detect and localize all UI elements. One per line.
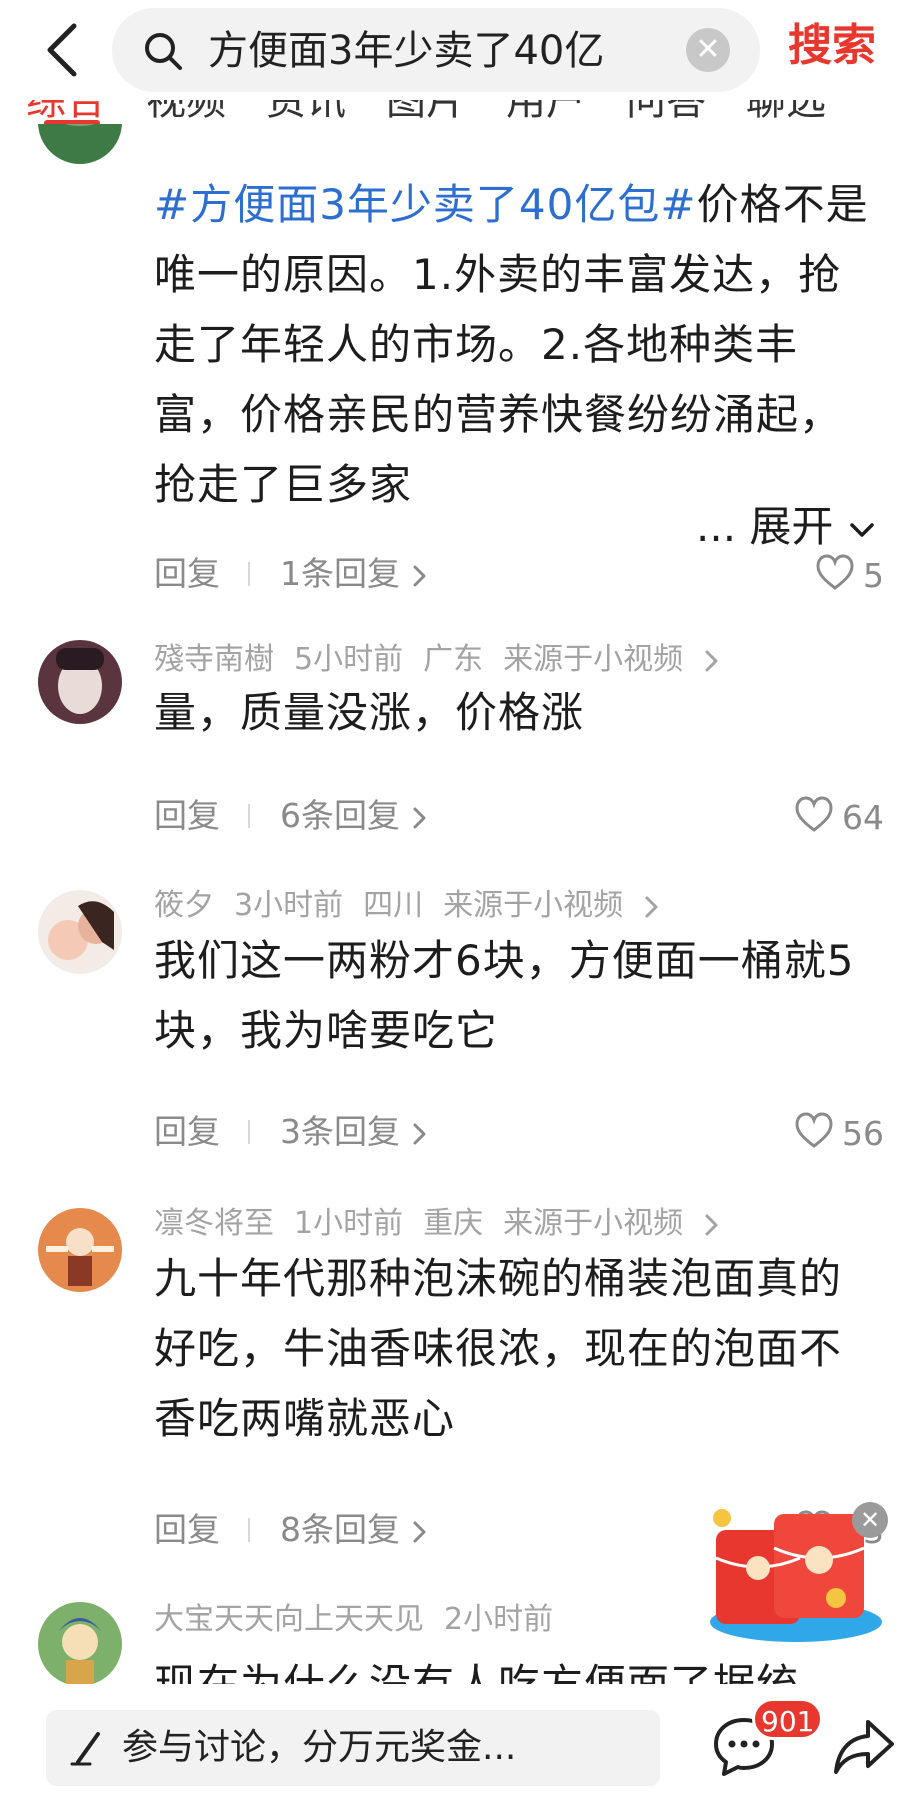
timestamp: 2小时前	[444, 1602, 554, 1637]
heart-icon	[795, 795, 833, 832]
chevron-down-icon	[850, 522, 874, 537]
comment-meta: 凛冬将至 1小时前 重庆 来源于小视频	[154, 1204, 721, 1244]
comment-actions: 回复 3条回复 56	[154, 1108, 884, 1156]
username[interactable]: 大宝天天向上天天见	[154, 1602, 424, 1637]
heart-icon	[795, 1111, 833, 1148]
timestamp: 5小时前	[294, 642, 404, 677]
close-icon[interactable]: ✕	[852, 1502, 888, 1538]
comment-item: 筱夕 3小时前 四川 来源于小视频 我们这一两粉才6块，方便面一桶就5块，我为啥要吃它…	[0, 886, 920, 1156]
view-replies-button[interactable]: 1条回复	[280, 550, 429, 598]
comment-text: 现在为什么没有人吃方便面了据统	[154, 1650, 884, 1684]
avatar[interactable]	[38, 1208, 122, 1292]
comment-item: 凛冬将至 1小时前 重庆 来源于小视频 九十年代那种泡沫碗的桶装泡面真的好吃，牛油香味…	[0, 1204, 920, 1551]
search-button[interactable]: 搜索	[788, 18, 876, 74]
divider	[248, 1518, 250, 1542]
view-replies-button[interactable]: 8条回复	[280, 1506, 429, 1554]
comment-text: 量，质量没涨，价格涨	[154, 688, 585, 737]
like-count: 64	[842, 797, 884, 837]
comment-item: #方便面3年少卖了40亿包#价格不是唯一的原因。1.外卖的丰富发达，抢走了年轻人…	[0, 80, 920, 620]
reply-button[interactable]: 回复	[154, 1506, 220, 1554]
like-button[interactable]: 56	[794, 1108, 884, 1158]
username[interactable]: 凛冬将至	[154, 1206, 274, 1241]
red-packet-widget[interactable]: ✕	[706, 1500, 896, 1650]
like-count: 56	[842, 1113, 884, 1153]
like-count: 5	[863, 555, 884, 595]
clear-icon[interactable]: ✕	[686, 28, 730, 72]
top-bar: 方便面3年少卖了40亿 ✕ 搜索	[0, 0, 920, 100]
source-link[interactable]: 来源于小视频	[503, 1206, 721, 1241]
comment-meta: 殘寺南樹 5小时前 广东 来源于小视频	[154, 640, 721, 680]
comment-actions: 回复 1条回复 5	[154, 550, 884, 598]
comment-item: 殘寺南樹 5小时前 广东 来源于小视频 量，质量没涨，价格涨 回复 6条回复 64	[0, 640, 920, 850]
hashtag-link[interactable]: #方便面3年少卖了40亿包#	[154, 180, 697, 229]
back-button[interactable]	[30, 14, 100, 84]
chevron-right-icon	[413, 807, 425, 828]
divider	[248, 804, 250, 828]
comment-text: 九十年代那种泡沫碗的桶装泡面真的好吃，牛油香味很浓，现在的泡面不香吃两嘴就恶心	[154, 1254, 843, 1443]
comment-text: 我们这一两粉才6块，方便面一桶就5块，我为啥要吃它	[154, 936, 855, 1055]
username[interactable]: 筱夕	[154, 888, 214, 923]
view-replies-button[interactable]: 6条回复	[280, 792, 429, 840]
active-tab-indicator	[44, 120, 100, 124]
comment-count-badge: 901	[752, 1698, 824, 1740]
search-icon	[145, 33, 182, 70]
username[interactable]: 殘寺南樹	[154, 642, 274, 677]
comment-input[interactable]: 参与讨论，分万元奖金...	[46, 1710, 660, 1786]
reply-button[interactable]: 回复	[154, 1108, 220, 1156]
location: 四川	[363, 888, 424, 923]
reply-button[interactable]: 回复	[154, 550, 220, 598]
back-icon	[47, 23, 77, 77]
source-link[interactable]: 来源于小视频	[503, 642, 721, 677]
like-button[interactable]: 64	[794, 792, 884, 842]
avatar[interactable]	[38, 640, 122, 724]
comment-actions: 回复 6条回复 64	[154, 792, 884, 840]
comment-text: #方便面3年少卖了40亿包#价格不是唯一的原因。1.外卖的丰富发达，抢走了年轻人…	[154, 180, 869, 509]
view-replies-button[interactable]: 3条回复	[280, 1108, 429, 1156]
location: 重庆	[423, 1206, 484, 1241]
pen-icon	[70, 1732, 100, 1766]
reply-button[interactable]: 回复	[154, 792, 220, 840]
chevron-right-icon	[413, 565, 425, 586]
location: 广东	[423, 642, 484, 677]
divider	[248, 562, 250, 586]
search-box[interactable]: 方便面3年少卖了40亿 ✕	[112, 8, 760, 92]
chevron-right-icon	[705, 650, 718, 671]
comment-meta: 筱夕 3小时前 四川 来源于小视频	[154, 886, 661, 926]
avatar[interactable]	[38, 1602, 122, 1684]
avatar[interactable]	[38, 890, 122, 974]
source-link[interactable]: 来源于小视频	[443, 888, 661, 923]
chevron-right-icon	[413, 1521, 425, 1542]
bottom-bar: 参与讨论，分万元奖金... 901	[0, 1684, 920, 1811]
chevron-right-icon	[705, 1214, 718, 1235]
comment-input-placeholder: 参与讨论，分万元奖金...	[122, 1727, 517, 1768]
search-input[interactable]: 方便面3年少卖了40亿	[208, 26, 668, 76]
like-button[interactable]: 5	[815, 550, 884, 600]
timestamp: 1小时前	[294, 1206, 404, 1241]
chevron-right-icon	[413, 1123, 425, 1144]
heart-icon	[816, 553, 854, 590]
timestamp: 3小时前	[234, 888, 344, 923]
divider	[248, 1120, 250, 1144]
share-icon[interactable]	[832, 1716, 896, 1776]
chevron-right-icon	[645, 896, 658, 917]
comment-meta: 大宝天天向上天天见 2小时前	[154, 1600, 573, 1640]
